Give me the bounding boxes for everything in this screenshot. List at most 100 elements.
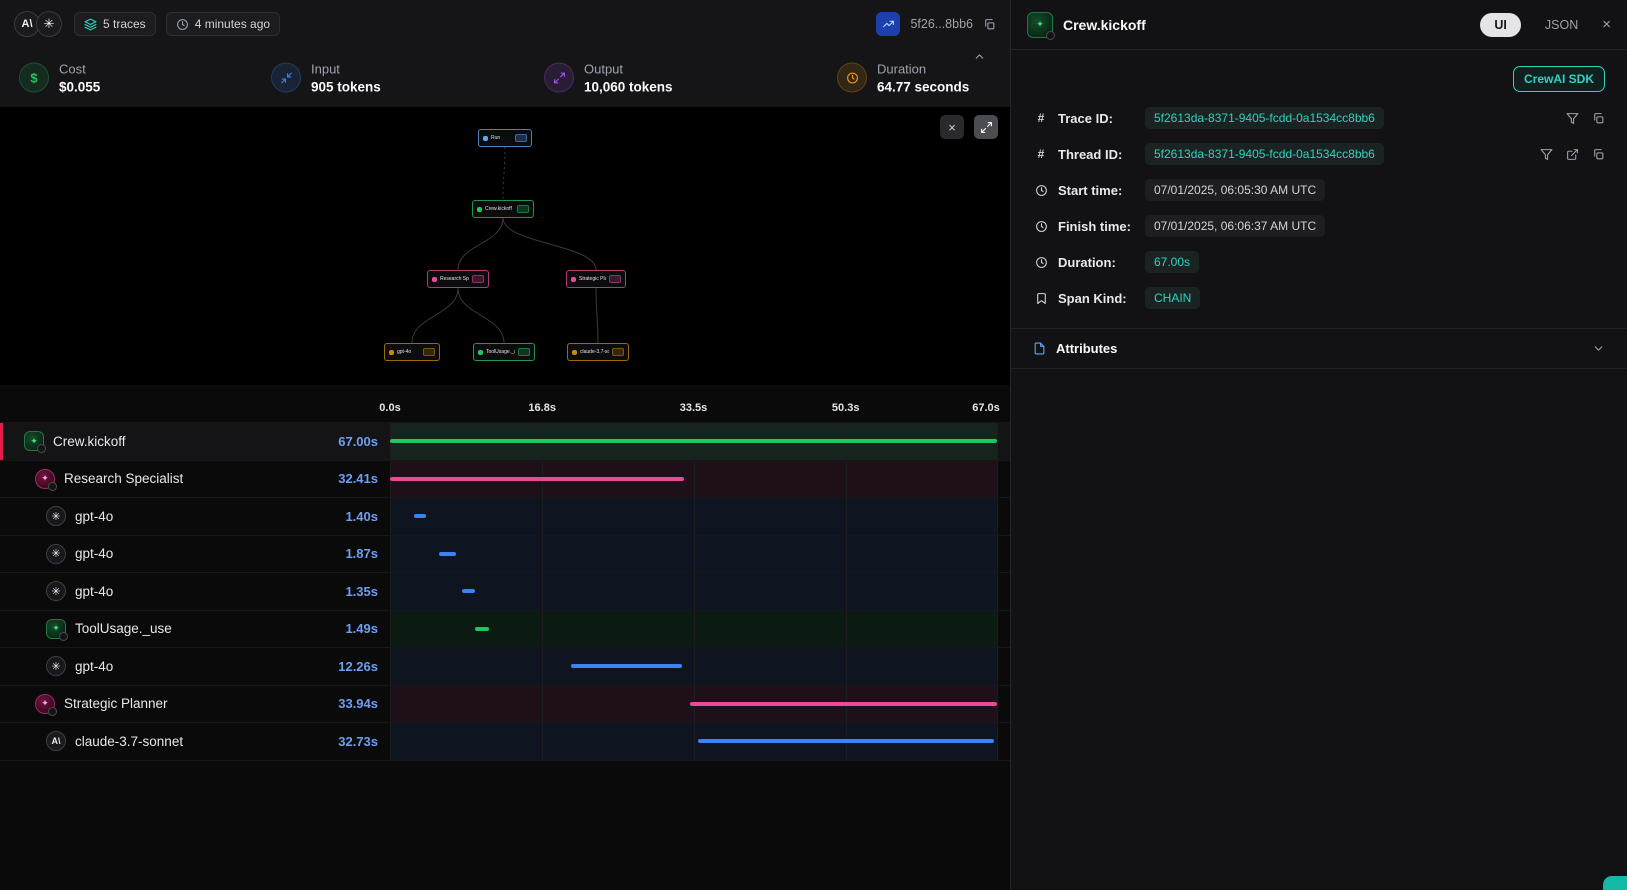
collapse-metrics-chevron-icon[interactable] <box>973 50 986 63</box>
close-panel-button[interactable]: × <box>1602 16 1611 33</box>
gridline <box>997 648 998 685</box>
span-duration: 12.26s <box>338 659 378 674</box>
graph-node-crew[interactable]: Crew.kickoff <box>472 200 534 218</box>
span-name: claude-3.7-sonnet <box>75 734 183 749</box>
span-name: Strategic Planner <box>64 696 168 711</box>
graph-node-icon <box>477 207 482 212</box>
instrumentation-badge-icon <box>1046 31 1055 40</box>
timeline-row[interactable]: ✳gpt-4o1.35s <box>0 572 1010 610</box>
detail-label: Start time: <box>1058 183 1136 198</box>
clock-icon <box>176 18 189 31</box>
timeline-row[interactable]: ✳gpt-4o1.87s <box>0 535 1010 573</box>
span-name: gpt-4o <box>75 584 113 599</box>
timeline-row-label: ✦Research Specialist32.41s <box>0 461 390 498</box>
gridline <box>542 573 543 610</box>
timeline-row-label: ✳gpt-4o1.35s <box>0 573 390 610</box>
detail-list: #Trace ID:5f2613da-8371-9405-fcdd-0a1534… <box>1011 100 1627 316</box>
graph-node-chip <box>423 348 435 356</box>
gridline <box>542 648 543 685</box>
attributes-label: Attributes <box>1056 341 1117 356</box>
metric-duration: Duration64.77 seconds <box>838 61 969 94</box>
external-icon[interactable] <box>1566 148 1579 161</box>
copy-icon[interactable] <box>983 18 996 31</box>
timeline-row[interactable]: ✦ToolUsage._use1.49s <box>0 610 1010 648</box>
metric-label: Cost <box>59 61 100 76</box>
timeline-row[interactable]: ✳gpt-4o12.26s <box>0 647 1010 685</box>
span-name: Crew.kickoff <box>53 434 126 449</box>
gridline <box>997 573 998 610</box>
detail-actions <box>1566 112 1605 125</box>
ui-toggle[interactable]: UI <box>1480 13 1521 37</box>
metric-text: Output10,060 tokens <box>584 61 673 94</box>
graph-node-claude[interactable]: claude-3.7-sonnet <box>567 343 629 361</box>
chat-widget[interactable] <box>1603 876 1627 890</box>
trace-age-badge: 4 minutes ago <box>166 12 280 36</box>
filter-icon[interactable] <box>1566 112 1579 125</box>
graph-node-research[interactable]: Research Specialist <box>427 270 489 288</box>
clock-icon <box>1033 220 1049 233</box>
metric-cost: $Cost$0.055 <box>20 61 100 94</box>
clock-icon <box>838 64 866 92</box>
timeline-row[interactable]: ✳gpt-4o1.40s <box>0 497 1010 535</box>
gridline <box>390 723 391 760</box>
graph-node-chip <box>515 134 527 142</box>
gridline <box>997 536 998 573</box>
span-bar <box>462 589 474 593</box>
span-bar <box>390 439 997 443</box>
graph-node-run[interactable]: Run <box>478 129 532 147</box>
crewai-mark: ✦ <box>52 623 60 634</box>
copy-icon[interactable] <box>1592 148 1605 161</box>
trace-chart-button[interactable] <box>876 12 900 36</box>
timeline-row-label: ✦Strategic Planner33.94s <box>0 686 390 723</box>
graph-node-chip <box>517 205 529 213</box>
compress-icon <box>272 64 300 92</box>
graph-node-label: Research Specialist <box>440 276 469 282</box>
gridline <box>390 686 391 723</box>
traces-count-badge[interactable]: 5 traces <box>74 12 156 36</box>
timeline-row[interactable]: ✦Research Specialist32.41s <box>0 460 1010 498</box>
timeline-row[interactable]: ✦Strategic Planner33.94s <box>0 685 1010 723</box>
timeline-row-label: ✦ToolUsage._use1.49s <box>0 611 390 648</box>
document-icon <box>1033 342 1046 355</box>
graph-node-gpt[interactable]: gpt-4o <box>384 343 440 361</box>
timeline-row[interactable]: A\ claude-3.7-sonnet 32.73s <box>0 722 1010 760</box>
crewai-icon: ✦ <box>46 619 66 639</box>
time-tick: 0.0s <box>379 402 400 414</box>
attributes-section-toggle[interactable]: Attributes <box>1011 328 1627 369</box>
detail-row-finish-time-: Finish time:07/01/2025, 06:06:37 AM UTC <box>1011 208 1627 244</box>
metric-value: $0.055 <box>59 79 100 94</box>
graph-expand-button[interactable] <box>974 115 998 139</box>
graph-node-icon <box>571 277 576 282</box>
anthropic-icon: A\ <box>46 731 66 751</box>
graph-toolbar: × <box>940 115 998 139</box>
span-duration: 1.49s <box>345 621 378 636</box>
graph-node-icon <box>483 136 488 141</box>
openai-icon: ✳ <box>46 581 66 601</box>
gridline <box>846 498 847 535</box>
metric-value: 10,060 tokens <box>584 79 673 94</box>
copy-icon[interactable] <box>1592 112 1605 125</box>
gridline <box>694 536 695 573</box>
span-bar <box>439 552 456 556</box>
span-duration: 32.73s <box>338 734 378 749</box>
openai-icon: ✳ <box>46 656 66 676</box>
gridline <box>694 723 695 760</box>
gridline <box>846 648 847 685</box>
graph-node-label: Crew.kickoff <box>485 206 512 212</box>
gridline <box>542 723 543 760</box>
agent-icon: ✦ <box>35 469 55 489</box>
timeline-row[interactable]: ✦Crew.kickoff67.00s <box>0 422 1010 460</box>
span-bar <box>571 664 682 668</box>
timeline-row-label: ✳gpt-4o12.26s <box>0 648 390 685</box>
json-toggle[interactable]: JSON <box>1545 18 1578 32</box>
graph-node-tool[interactable]: ToolUsage._use <box>473 343 535 361</box>
graph-node-strategic[interactable]: Strategic Planner <box>566 270 626 288</box>
span-name: gpt-4o <box>75 509 113 524</box>
detail-row-start-time-: Start time:07/01/2025, 06:05:30 AM UTC <box>1011 172 1627 208</box>
detail-label: Trace ID: <box>1058 111 1136 126</box>
span-chart-cell <box>390 423 997 460</box>
metric-text: Input905 tokens <box>311 61 381 94</box>
filter-icon[interactable] <box>1540 148 1553 161</box>
detail-value: 67.00s <box>1145 251 1199 273</box>
graph-close-button[interactable]: × <box>940 115 964 139</box>
